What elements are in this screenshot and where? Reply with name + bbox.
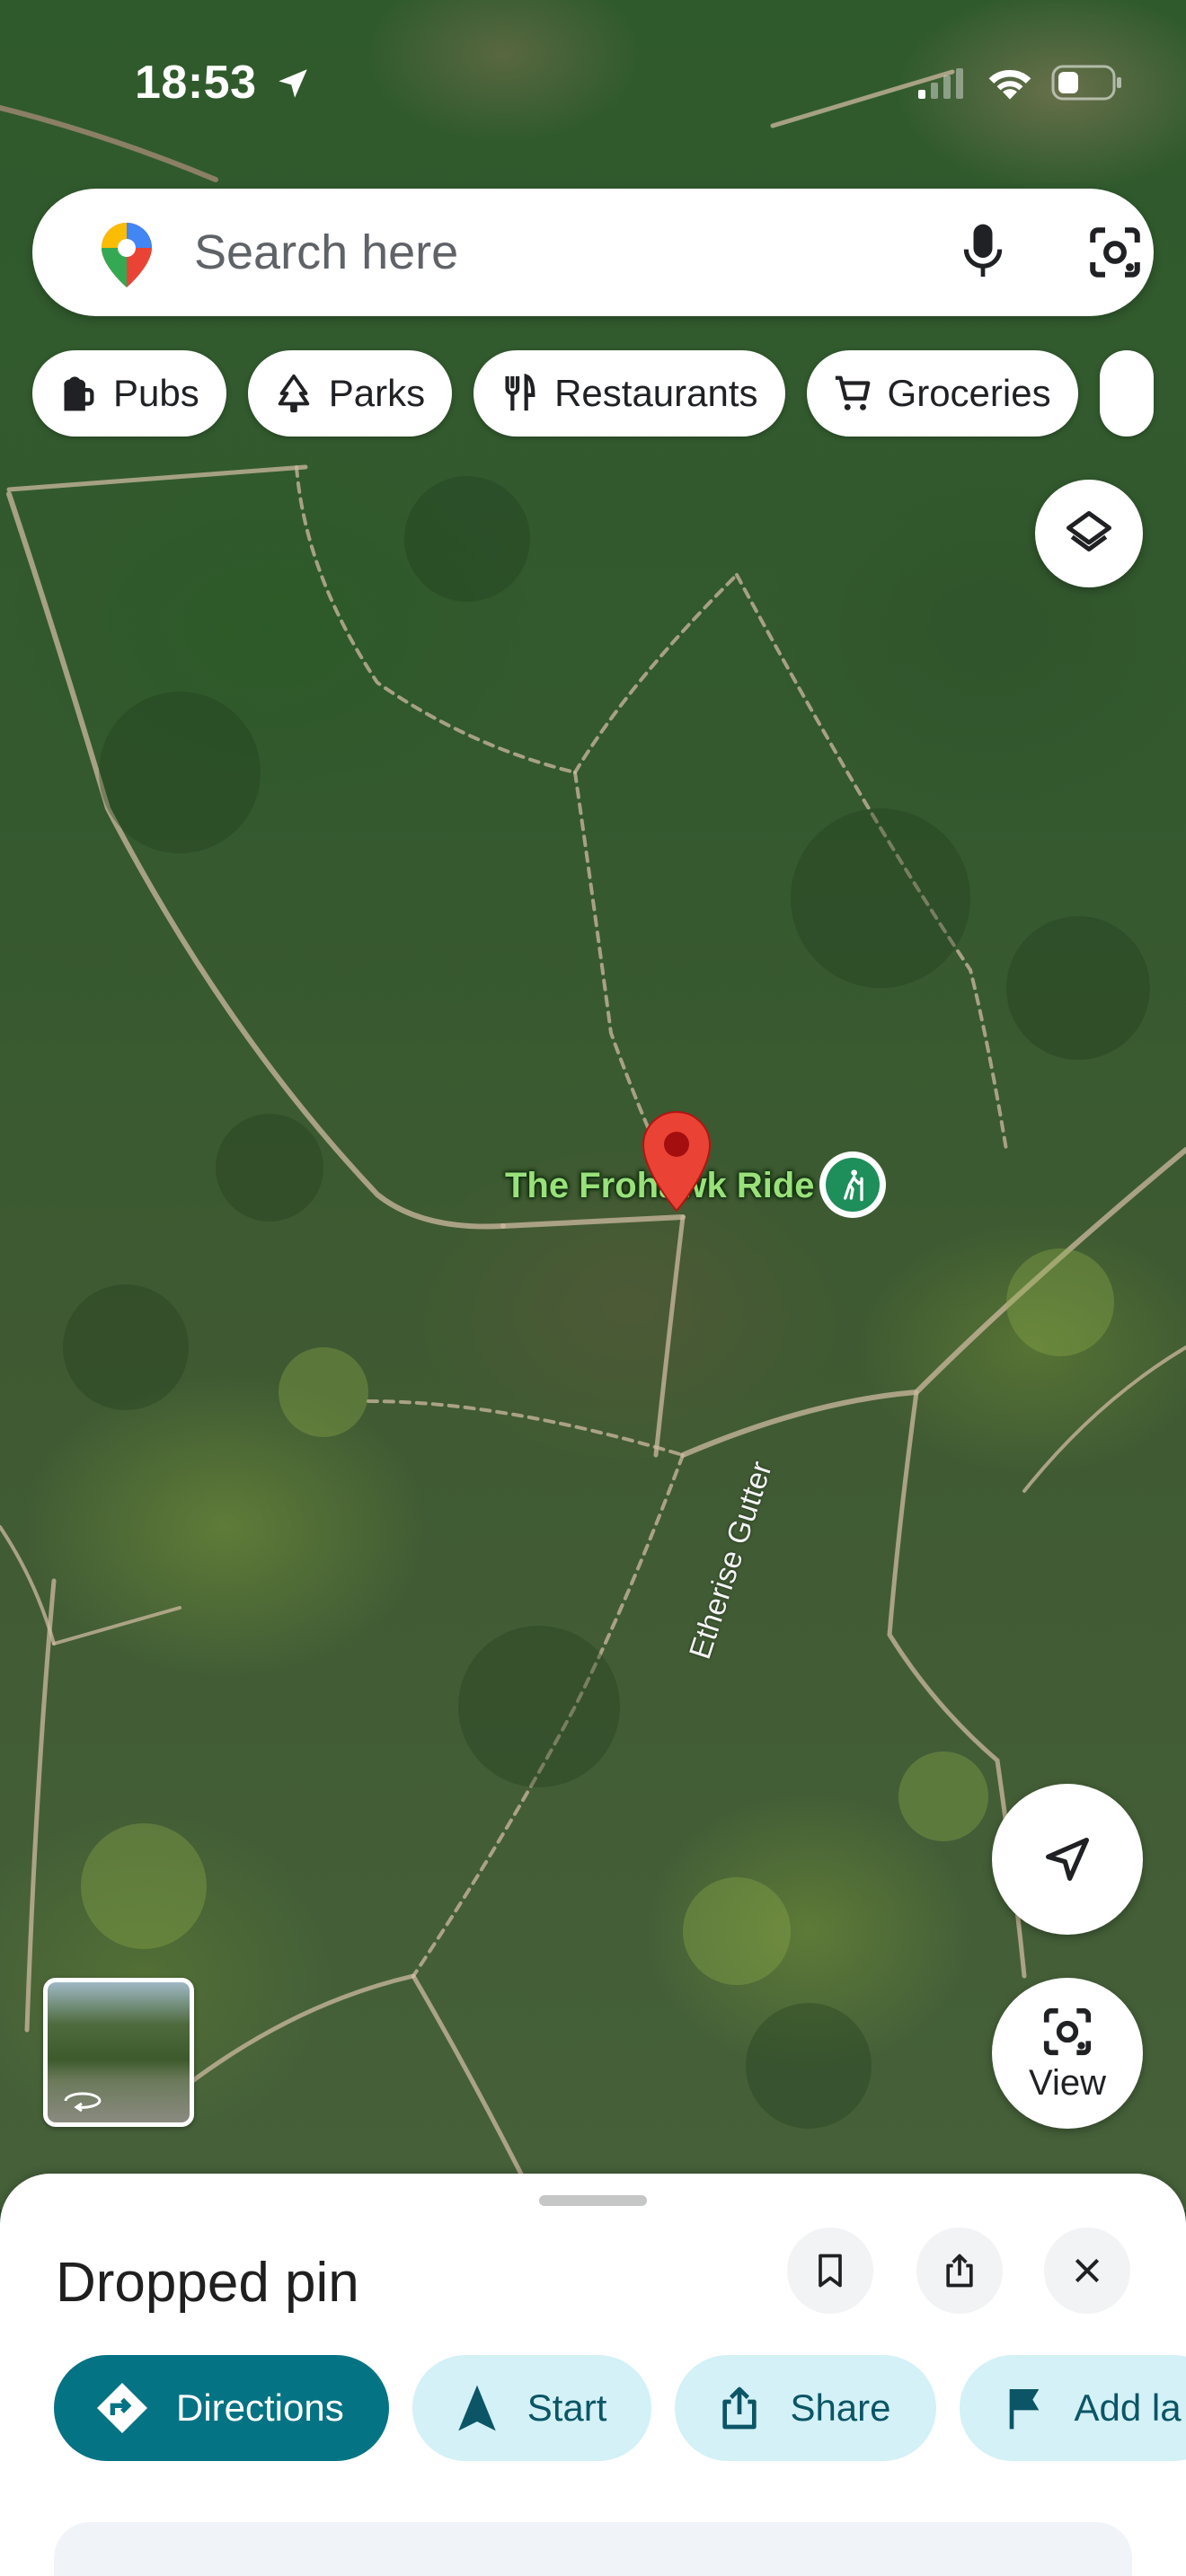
action-label: Share — [790, 2386, 891, 2429]
chip-label: Groceries — [887, 372, 1051, 414]
category-chips: Pubs Parks Restaurants Groceries — [32, 350, 1154, 437]
poi-hiking-marker[interactable] — [819, 1151, 886, 1218]
chip-more[interactable] — [1099, 350, 1154, 437]
hiking-icon — [826, 1158, 880, 1212]
my-location-button[interactable] — [992, 1784, 1143, 1935]
chip-label: Parks — [328, 372, 426, 414]
lens-icon[interactable] — [1085, 223, 1145, 282]
directions-icon — [97, 2383, 147, 2433]
search-bar[interactable]: Search here — [32, 189, 1154, 316]
rotate-360-icon — [64, 2092, 102, 2113]
chip-label: Pubs — [113, 372, 199, 414]
sheet-title: Dropped pin — [56, 2252, 359, 2314]
share-sheet-button[interactable] — [916, 2228, 1003, 2314]
layers-button[interactable] — [1035, 480, 1143, 587]
fork-knife-icon — [505, 373, 535, 411]
maps-pin-icon — [102, 223, 152, 287]
sheet-peek-card — [54, 2522, 1132, 2576]
action-label: Directions — [176, 2386, 344, 2429]
place-bottom-sheet[interactable]: Dropped pin Directions Start Share Add l… — [0, 2174, 1186, 2576]
chip-label: Restaurants — [554, 372, 758, 414]
save-button[interactable] — [787, 2228, 873, 2314]
status-time: 18:53 — [135, 57, 257, 109]
battery-icon — [1051, 65, 1121, 101]
start-button[interactable]: Start — [412, 2355, 652, 2461]
share-icon — [722, 2386, 757, 2430]
directions-button[interactable]: Directions — [54, 2355, 389, 2461]
view-button[interactable]: View — [992, 1978, 1143, 2129]
street-view-thumbnail[interactable] — [43, 1978, 194, 2127]
close-icon — [1075, 2258, 1100, 2283]
satellite-map[interactable]: 18:53 Search here Pubs Parks Restaurants… — [0, 0, 1186, 2210]
action-label: Add la — [1074, 2386, 1182, 2429]
dropped-pin-icon[interactable] — [640, 1108, 713, 1214]
action-label: Start — [527, 2386, 607, 2429]
flag-icon — [1009, 2389, 1039, 2430]
tree-icon — [278, 374, 309, 413]
chip-parks[interactable]: Parks — [247, 350, 453, 437]
add-label-button[interactable]: Add la — [959, 2355, 1186, 2461]
share-icon — [946, 2254, 973, 2288]
search-input[interactable]: Search here — [194, 225, 458, 280]
signal-icon — [918, 68, 963, 99]
mic-icon[interactable] — [958, 219, 1008, 284]
location-arrow-icon — [279, 69, 307, 98]
lens-view-icon — [1043, 2007, 1092, 2055]
layers-icon — [1067, 511, 1111, 551]
chip-groceries[interactable]: Groceries — [806, 350, 1078, 437]
action-buttons-row: Directions Start Share Add la — [54, 2355, 1186, 2461]
bookmark-icon — [819, 2254, 842, 2288]
beer-icon — [64, 376, 94, 411]
navigation-arrow-icon — [457, 2385, 496, 2431]
share-button[interactable]: Share — [675, 2355, 936, 2461]
sheet-drag-handle[interactable] — [539, 2195, 647, 2206]
view-button-label: View — [1029, 2062, 1106, 2103]
close-button[interactable] — [1044, 2228, 1130, 2314]
chip-pubs[interactable]: Pubs — [32, 350, 226, 437]
wifi-icon — [988, 69, 1031, 100]
cart-icon — [835, 375, 870, 410]
navigation-arrow-icon — [1046, 1837, 1089, 1881]
status-icons — [916, 63, 1123, 102]
chip-restaurants[interactable]: Restaurants — [474, 350, 785, 437]
